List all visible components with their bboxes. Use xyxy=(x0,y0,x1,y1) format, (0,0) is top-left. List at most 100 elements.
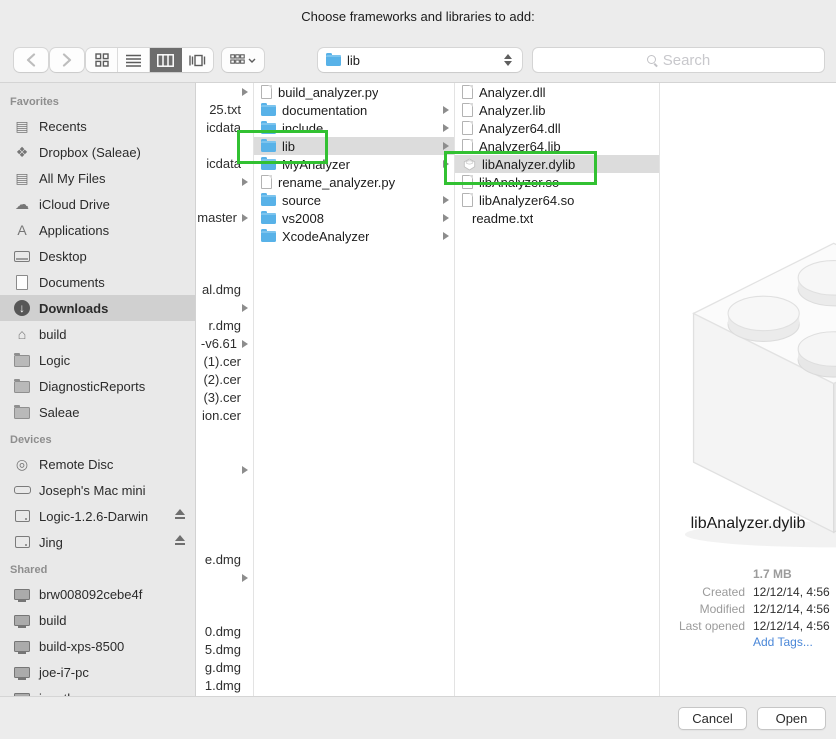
file-row-analyzer-dll[interactable]: Analyzer.dll xyxy=(455,83,659,101)
sidebar-item-label: Downloads xyxy=(39,301,108,316)
file-row-lib[interactable]: lib xyxy=(254,137,454,155)
coverflow-view-button[interactable] xyxy=(182,48,213,72)
sidebar-item-downloads[interactable]: ↓ Downloads xyxy=(0,295,195,321)
icon-view-button[interactable] xyxy=(86,48,118,72)
sidebar-item-build[interactable]: build xyxy=(0,607,195,633)
downloads-icon: ↓ xyxy=(14,300,30,316)
forward-button[interactable] xyxy=(50,48,84,72)
clipped-file-row[interactable]: (2).cer xyxy=(196,371,253,389)
file-row-label: rename_analyzer.py xyxy=(278,175,395,190)
file-row-libanalyzer64-so[interactable]: libAnalyzer64.so xyxy=(455,191,659,209)
sidebar-item-all-my-files[interactable]: ▤All My Files xyxy=(0,165,195,191)
file-row-label: readme.txt xyxy=(472,211,533,226)
clipped-file-row[interactable]: icdata xyxy=(196,119,253,137)
home-icon: ⌂ xyxy=(13,325,31,343)
sidebar-item-applications[interactable]: AApplications xyxy=(0,217,195,243)
file-row-label: libAnalyzer64.so xyxy=(479,193,574,208)
clipped-file-row[interactable]: g.dmg xyxy=(196,659,253,677)
file-row-analyzer-lib[interactable]: Analyzer.lib xyxy=(455,101,659,119)
file-row-readme-txt[interactable]: readme.txt xyxy=(455,209,659,227)
search-input[interactable]: Search xyxy=(533,48,824,72)
arrange-button[interactable] xyxy=(222,48,264,72)
sidebar-item-logic-1-2-6-darwin[interactable]: Logic-1.2.6-Darwin xyxy=(0,503,195,529)
file-row-analyzer64-lib[interactable]: Analyzer64.lib xyxy=(455,137,659,155)
eject-icon xyxy=(174,509,186,521)
sidebar-item-saleae[interactable]: Saleae xyxy=(0,399,195,425)
column-view-button[interactable] xyxy=(150,48,182,72)
sidebar-item-logic[interactable]: Logic xyxy=(0,347,195,373)
column-view-icon xyxy=(157,54,174,67)
clipped-file-row[interactable]: 5.dmg xyxy=(196,641,253,659)
sidebar-item-build[interactable]: ⌂build xyxy=(0,321,195,347)
path-dropdown[interactable]: lib xyxy=(318,48,522,72)
sidebar-item-label: iCloud Drive xyxy=(39,197,110,212)
preview-filename: libAnalyzer.dylib xyxy=(660,515,836,533)
sidebar-item-brw008092cebe4f[interactable]: brw008092cebe4f xyxy=(0,581,195,607)
clipped-file-row[interactable]: (1).cer xyxy=(196,353,253,371)
sidebar-item-label: joe-i7-pc xyxy=(39,665,89,680)
display-icon xyxy=(13,585,31,603)
file-row-libanalyzer-dylib[interactable]: libAnalyzer.dylib xyxy=(455,155,659,173)
sidebar-item-label: Saleae xyxy=(39,405,79,420)
clipped-file-row[interactable]: icdata xyxy=(196,155,253,173)
file-row-rename-analyzer-py[interactable]: rename_analyzer.py xyxy=(254,173,454,191)
clipped-file-row[interactable] xyxy=(196,83,253,101)
file-row-xcodeanalyzer[interactable]: XcodeAnalyzer xyxy=(254,227,454,245)
sheet-title: Choose frameworks and libraries to add: xyxy=(0,9,836,24)
choose-file-sheet: Choose frameworks and libraries to add: xyxy=(0,0,836,739)
disclosure-arrow-icon xyxy=(242,178,248,186)
sidebar-item-label: Dropbox (Saleae) xyxy=(39,145,141,160)
clipped-file-row[interactable]: -v6.61 xyxy=(196,335,253,353)
sidebar-item-joe-i7-pc[interactable]: joe-i7-pc xyxy=(0,659,195,685)
sidebar-item-diagnosticreports[interactable]: DiagnosticReports xyxy=(0,373,195,399)
file-row-source[interactable]: source xyxy=(254,191,454,209)
cancel-button[interactable]: Cancel xyxy=(678,707,747,730)
clipped-file-row[interactable]: 1.dmg xyxy=(196,677,253,695)
drive-icon xyxy=(13,533,31,551)
clipped-file-row[interactable]: (3).cer xyxy=(196,389,253,407)
sidebar-item-icloud-drive[interactable]: ☁iCloud Drive xyxy=(0,191,195,217)
back-button[interactable] xyxy=(14,48,48,72)
sidebar-item-build-xps-8500[interactable]: build-xps-8500 xyxy=(0,633,195,659)
clipped-file-row[interactable]: ion.cer xyxy=(196,407,253,425)
list-view-button[interactable] xyxy=(118,48,150,72)
sidebar-item-remote-disc[interactable]: ◎Remote Disc xyxy=(0,451,195,477)
updown-chevrons-icon xyxy=(504,54,512,66)
chevron-left-icon xyxy=(26,53,36,67)
sidebar-item-label: brw008092cebe4f xyxy=(39,587,142,602)
file-row-myanalyzer[interactable]: MyAnalyzer xyxy=(254,155,454,173)
file-row-documentation[interactable]: documentation xyxy=(254,101,454,119)
preview-filesize: 1.7 MB xyxy=(753,567,792,581)
clipped-file-row[interactable]: e.dmg xyxy=(196,551,253,569)
clipped-file-row[interactable]: 0.dmg xyxy=(196,623,253,641)
file-row-label: lib xyxy=(282,139,295,154)
eject-icon xyxy=(174,535,186,547)
file-row-vs2008[interactable]: vs2008 xyxy=(254,209,454,227)
sidebar: Favorites▤Recents❖Dropbox (Saleae)▤All M… xyxy=(0,83,196,697)
clipped-file-row[interactable]: al.dmg xyxy=(196,281,253,299)
sidebar-item-documents[interactable]: Documents xyxy=(0,269,195,295)
sidebar-item-recents[interactable]: ▤Recents xyxy=(0,113,195,139)
sidebar-item-dropbox-saleae-[interactable]: ❖Dropbox (Saleae) xyxy=(0,139,195,165)
preview-detail-row: Created12/12/14, 4:56 xyxy=(660,584,836,601)
clipped-file-row[interactable]: master xyxy=(196,209,253,227)
sidebar-item-desktop[interactable]: Desktop xyxy=(0,243,195,269)
sidebar-item-label: Jing xyxy=(39,535,63,550)
sidebar-item-jing[interactable]: Jing xyxy=(0,529,195,555)
add-tags-link[interactable]: Add Tags... xyxy=(753,635,813,649)
file-row-include[interactable]: include xyxy=(254,119,454,137)
disclosure-arrow-icon xyxy=(242,304,248,312)
clipped-file-row[interactable]: r.dmg xyxy=(196,317,253,335)
clipped-file-row[interactable] xyxy=(196,173,253,191)
documents-icon xyxy=(13,273,31,291)
clipped-file-row[interactable]: 25.txt xyxy=(196,101,253,119)
clipped-file-row[interactable] xyxy=(196,569,253,587)
clipped-file-row[interactable] xyxy=(196,299,253,317)
clipped-file-row[interactable] xyxy=(196,461,253,479)
sidebar-item-joseph-s-mac-mini[interactable]: Joseph's Mac mini xyxy=(0,477,195,503)
file-row-analyzer64-dll[interactable]: Analyzer64.dll xyxy=(455,119,659,137)
open-button[interactable]: Open xyxy=(757,707,826,730)
mac-mini-icon xyxy=(13,481,31,499)
file-row-libanalyzer-so[interactable]: libAnalyzer.so xyxy=(455,173,659,191)
file-row-build-analyzer-py[interactable]: build_analyzer.py xyxy=(254,83,454,101)
